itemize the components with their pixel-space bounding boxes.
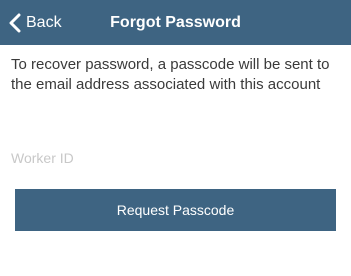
back-label: Back bbox=[26, 13, 62, 31]
worker-id-input[interactable] bbox=[11, 146, 339, 170]
instructions-text: To recover password, a passcode will be … bbox=[11, 56, 330, 93]
navigation-bar: Back Forgot Password bbox=[0, 0, 351, 45]
back-button[interactable]: Back bbox=[8, 0, 62, 45]
request-passcode-button[interactable]: Request Passcode bbox=[15, 189, 336, 231]
forgot-password-screen: Back Forgot Password To recover password… bbox=[0, 0, 351, 276]
chevron-left-icon bbox=[8, 13, 22, 33]
